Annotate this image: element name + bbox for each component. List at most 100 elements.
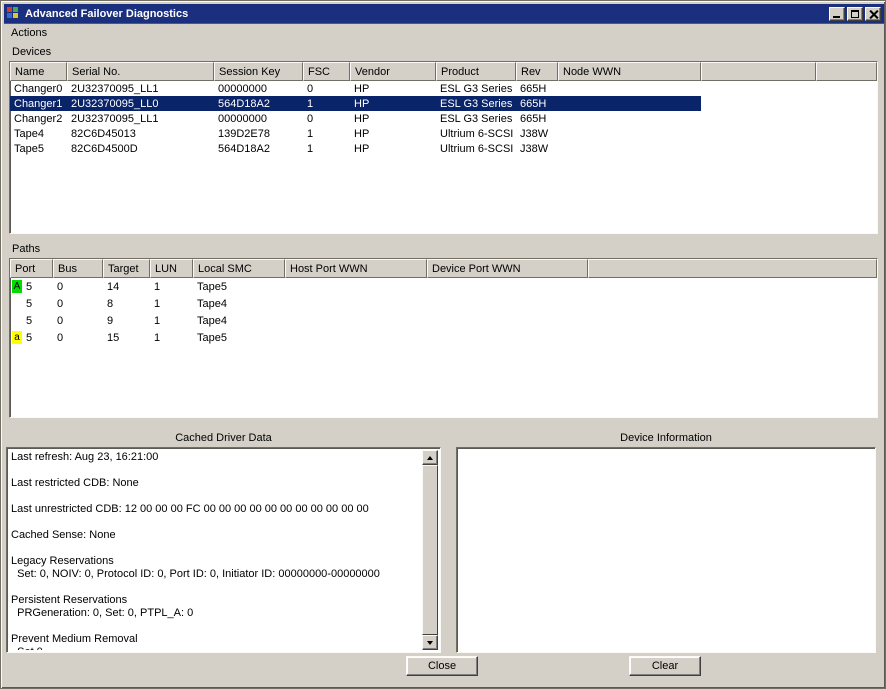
paths-cell: 1 [150,298,193,310]
devices-cell: HP [350,128,436,140]
paths-table[interactable]: PortBusTargetLUNLocal SMCHost Port WWNDe… [9,258,878,418]
paths-cell: 8 [103,298,150,310]
paths-port-value: 5 [26,281,32,293]
paths-port-cell: 5 [10,314,53,327]
devices-cell: 2U32370095_LL1 [67,83,214,95]
devices-column-header[interactable]: Session Key [214,62,303,81]
devices-cell: Changer1 [10,98,67,110]
cached-data-line [11,581,419,594]
paths-table-row[interactable]: 5081Tape4 [10,295,877,312]
device-information-panel[interactable] [456,447,876,653]
devices-column-header[interactable]: Rev [516,62,558,81]
devices-cell: Ultrium 6-SCSI [436,143,516,155]
maximize-button[interactable] [847,7,863,21]
cached-data-line: Set: 0, NOIV: 0, Protocol ID: 0, Port ID… [11,568,419,581]
paths-cell: Tape4 [193,315,285,327]
cached-data-scrollbar[interactable] [422,450,438,650]
scroll-down-button[interactable] [422,635,438,650]
devices-column-header[interactable]: Serial No. [67,62,214,81]
devices-table-body: Changer02U32370095_LL1000000000HPESL G3 … [10,81,877,156]
paths-column-header[interactable]: Port [10,259,53,278]
paths-cell: Tape5 [193,281,285,293]
paths-port-cell: 5 [10,297,53,310]
device-information-label: Device Information [456,432,876,444]
paths-column-header[interactable]: Host Port WWN [285,259,427,278]
cached-data-line: Prevent Medium Removal [11,633,419,646]
clear-button[interactable]: Clear [629,656,701,676]
paths-cell: Tape5 [193,332,285,344]
paths-column-header[interactable]: Local SMC [193,259,285,278]
cached-data-line [11,490,419,503]
devices-column-header[interactable]: Name [10,62,67,81]
cached-driver-data-panel[interactable]: Last refresh: Aug 23, 16:21:00 Last rest… [6,447,441,653]
menu-bar: Actions [4,25,884,42]
devices-cell: 1 [303,98,350,110]
paths-column-header[interactable]: Target [103,259,150,278]
paths-column-header-filler [588,259,877,278]
cached-data-line [11,464,419,477]
cached-data-line: PRGeneration: 0, Set: 0, PTPL_A: 0 [11,607,419,620]
minimize-button[interactable] [829,7,845,21]
cached-driver-data-text: Last refresh: Aug 23, 16:21:00 Last rest… [11,451,419,650]
paths-column-header[interactable]: LUN [150,259,193,278]
devices-cell: 2U32370095_LL1 [67,113,214,125]
devices-cell: 2U32370095_LL0 [67,98,214,110]
devices-cell: J38W [516,143,558,155]
window-controls [829,7,881,21]
title-bar[interactable]: Advanced Failover Diagnostics [4,4,884,24]
cached-driver-data-label: Cached Driver Data [6,432,441,444]
devices-cell: 00000000 [214,83,303,95]
paths-table-row[interactable]: 5091Tape4 [10,312,877,329]
paths-cell: Tape4 [193,298,285,310]
devices-column-header-filler [816,62,877,81]
devices-cell: ESL G3 Series [436,98,516,110]
close-button[interactable]: Close [406,656,478,676]
cached-data-line: Persistent Reservations [11,594,419,607]
devices-table-row[interactable]: Changer12U32370095_LL0564D18A21HPESL G3 … [10,96,701,111]
paths-column-header[interactable]: Bus [53,259,103,278]
paths-section-label: Paths [12,243,40,255]
devices-cell: Tape5 [10,143,67,155]
arrow-up-icon [427,456,433,460]
devices-table-row[interactable]: Tape582C6D4500D564D18A21HPUltrium 6-SCSI… [10,141,877,156]
devices-table[interactable]: NameSerial No.Session KeyFSCVendorProduc… [9,61,878,234]
paths-cell: 15 [103,332,150,344]
devices-cell: 1 [303,143,350,155]
cached-data-line: Legacy Reservations [11,555,419,568]
paths-column-header[interactable]: Device Port WWN [427,259,588,278]
paths-port-value: 5 [26,315,32,327]
advanced-failover-diagnostics-dialog: Advanced Failover Diagnostics Actions De… [0,0,886,689]
devices-cell: Tape4 [10,128,67,140]
paths-cell: 9 [103,315,150,327]
devices-column-header[interactable]: FSC [303,62,350,81]
devices-cell: HP [350,113,436,125]
path-status-badge: a [12,331,22,344]
paths-cell: 0 [53,281,103,293]
path-status-badge: A [12,280,22,293]
scroll-up-button[interactable] [422,450,438,465]
cached-data-line [11,620,419,633]
devices-column-header[interactable]: Node WWN [558,62,701,81]
devices-cell: 564D18A2 [214,98,303,110]
devices-cell: 564D18A2 [214,143,303,155]
devices-column-header[interactable]: Vendor [350,62,436,81]
scrollbar-thumb[interactable] [422,465,438,635]
close-window-button[interactable] [865,7,881,21]
arrow-down-icon [427,641,433,645]
devices-cell: Changer0 [10,83,67,95]
cached-data-line: Last refresh: Aug 23, 16:21:00 [11,451,419,464]
paths-cell: 1 [150,332,193,344]
devices-cell: Ultrium 6-SCSI [436,128,516,140]
devices-cell: 665H [516,98,558,110]
paths-port-cell: A5 [10,280,53,293]
devices-table-row[interactable]: Changer02U32370095_LL1000000000HPESL G3 … [10,81,877,96]
device-information-text [461,451,854,650]
paths-table-row[interactable]: a50151Tape5 [10,329,877,346]
menu-actions[interactable]: Actions [4,25,54,42]
cached-data-line: Last unrestricted CDB: 12 00 00 00 FC 00… [11,503,419,516]
devices-table-row[interactable]: Tape482C6D45013139D2E781HPUltrium 6-SCSI… [10,126,877,141]
paths-cell: 0 [53,298,103,310]
devices-table-row[interactable]: Changer22U32370095_LL1000000000HPESL G3 … [10,111,877,126]
paths-table-row[interactable]: A50141Tape5 [10,278,877,295]
devices-column-header[interactable]: Product [436,62,516,81]
